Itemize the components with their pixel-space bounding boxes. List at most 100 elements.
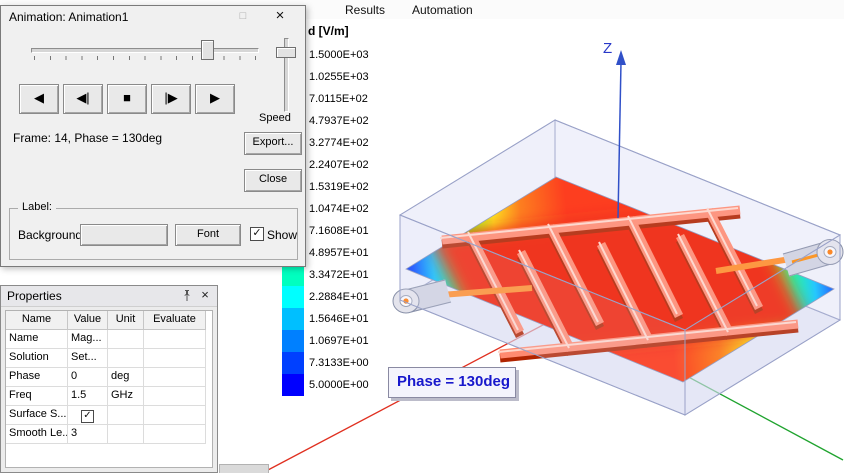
label-groupbox-title: Label: <box>18 201 56 213</box>
play-reverse-button[interactable]: ◀ <box>19 84 59 114</box>
table-header-row: Name Value Unit Evaluate <box>6 311 212 330</box>
step-back-button[interactable]: ◀| <box>63 84 103 114</box>
table-row: Phase 0 deg <box>6 368 212 387</box>
legend-entry: 1.5646E+01 <box>282 308 369 330</box>
table-row: Solution Set... <box>6 349 212 368</box>
column-header-value: Value <box>68 311 108 330</box>
legend-value: 1.5319E+02 <box>309 181 369 193</box>
prop-name: Phase <box>6 368 68 387</box>
properties-close-icon[interactable]: × <box>197 287 213 303</box>
surface-smoothing-checkbox[interactable]: ✓ <box>81 409 94 423</box>
dialog-title-bar: Animation: Animation1 □ × <box>1 6 305 28</box>
prop-unit <box>108 349 144 368</box>
label-groupbox: Label: Background: Font ✓ Show <box>9 201 298 260</box>
stop-button[interactable]: ■ <box>107 84 147 114</box>
legend-value: 2.2407E+02 <box>309 159 369 171</box>
table-row: Smooth Le... 3 <box>6 425 212 444</box>
legend-value: 7.1608E+01 <box>309 225 369 237</box>
legend-entry: 2.2884E+01 <box>282 286 369 308</box>
legend-swatch <box>282 330 304 352</box>
legend-value: 4.8957E+01 <box>309 247 369 259</box>
column-header-evaluate: Evaluate <box>144 311 206 330</box>
legend-value: 4.7937E+02 <box>309 115 369 127</box>
legend-value: 7.0115E+02 <box>309 93 368 105</box>
table-row: Freq 1.5 GHz <box>6 387 212 406</box>
column-header-name: Name <box>6 311 68 330</box>
dialog-title: Animation: Animation1 <box>9 10 129 24</box>
background-label: Background: <box>18 228 86 242</box>
prop-value[interactable]: 3 <box>68 425 108 444</box>
prop-unit: GHz <box>108 387 144 406</box>
phase-annotation-text: Phase = 130deg <box>397 373 510 390</box>
legend-value: 1.0697E+01 <box>309 335 369 347</box>
prop-name: Name <box>6 330 68 349</box>
properties-title: Properties <box>7 289 62 303</box>
prop-unit <box>108 330 144 349</box>
maximize-button[interactable]: □ <box>231 9 255 25</box>
prop-evaluate <box>144 330 206 349</box>
properties-grid: Name Value Unit Evaluate Name Mag... Sol… <box>5 310 213 468</box>
column-header-unit: Unit <box>108 311 144 330</box>
z-axis-arrowhead <box>616 50 626 65</box>
prop-name: Surface S... <box>6 406 68 425</box>
frame-slider-track[interactable] <box>31 48 259 53</box>
play-forward-button[interactable]: ▶ <box>195 84 235 114</box>
background-color-button[interactable] <box>80 224 168 246</box>
prop-value[interactable]: 0 <box>68 368 108 387</box>
phase-annotation: Phase = 130deg <box>388 367 516 398</box>
legend-value: 2.2884E+01 <box>309 291 369 303</box>
legend-entry: 1.0697E+01 <box>282 330 369 352</box>
legend-swatch <box>282 264 304 286</box>
speed-label: Speed <box>259 112 291 124</box>
prop-value[interactable]: 1.5 <box>68 387 108 406</box>
properties-title-bar: Properties × <box>1 286 217 307</box>
legend-entry: 5.0000E+00 <box>282 374 369 396</box>
legend-value: 7.3133E+00 <box>309 357 369 369</box>
prop-unit <box>108 406 144 425</box>
table-row: Surface S... ✓ <box>6 406 212 425</box>
legend-value: 1.5000E+03 <box>309 49 369 61</box>
frame-slider-thumb[interactable] <box>201 40 214 60</box>
prop-value[interactable]: Set... <box>68 349 108 368</box>
z-axis-label: Z <box>603 40 612 57</box>
legend-swatch <box>282 352 304 374</box>
show-checkbox-label: Show <box>267 228 298 242</box>
prop-evaluate <box>144 406 206 425</box>
legend-value: 1.0474E+02 <box>309 203 369 215</box>
legend-swatch <box>282 374 304 396</box>
legend-value: 3.3472E+01 <box>309 269 369 281</box>
export-button[interactable]: Export... <box>244 132 302 155</box>
show-checkbox[interactable]: ✓ <box>250 227 264 241</box>
speed-slider-thumb[interactable] <box>276 47 296 58</box>
prop-evaluate <box>144 349 206 368</box>
prop-unit: deg <box>108 368 144 387</box>
frame-status-text: Frame: 14, Phase = 130deg <box>13 131 163 145</box>
prop-value[interactable]: Mag... <box>68 330 108 349</box>
dialog-close-icon[interactable]: × <box>267 7 293 25</box>
prop-name: Freq <box>6 387 68 406</box>
properties-panel: Properties × Name Value Unit Evaluate Na… <box>0 285 218 473</box>
legend-value: 5.0000E+00 <box>309 379 369 391</box>
legend-value: 1.5646E+01 <box>309 313 369 325</box>
frame-slider-ticks <box>34 56 256 60</box>
legend-entry: 3.3472E+01 <box>282 264 369 286</box>
prop-name: Solution <box>6 349 68 368</box>
legend-value: 1.0255E+03 <box>309 71 369 83</box>
step-forward-button[interactable]: |▶ <box>151 84 191 114</box>
prop-name: Smooth Le... <box>6 425 68 444</box>
legend-title: d [V/m] <box>308 24 349 38</box>
table-row: Name Mag... <box>6 330 212 349</box>
prop-value: ✓ <box>68 406 108 425</box>
prop-unit <box>108 425 144 444</box>
legend-value: 3.2774E+02 <box>309 137 369 149</box>
legend-swatch <box>282 308 304 330</box>
close-button[interactable]: Close <box>244 169 302 192</box>
legend-swatch <box>282 286 304 308</box>
animation-dialog: Animation: Animation1 □ × Speed ◀ ◀| ■ |… <box>0 5 306 267</box>
font-button[interactable]: Font <box>175 224 241 246</box>
pin-icon[interactable] <box>179 289 195 303</box>
prop-evaluate <box>144 387 206 406</box>
legend-entry: 7.3133E+00 <box>282 352 369 374</box>
prop-evaluate <box>144 425 206 444</box>
prop-evaluate <box>144 368 206 387</box>
